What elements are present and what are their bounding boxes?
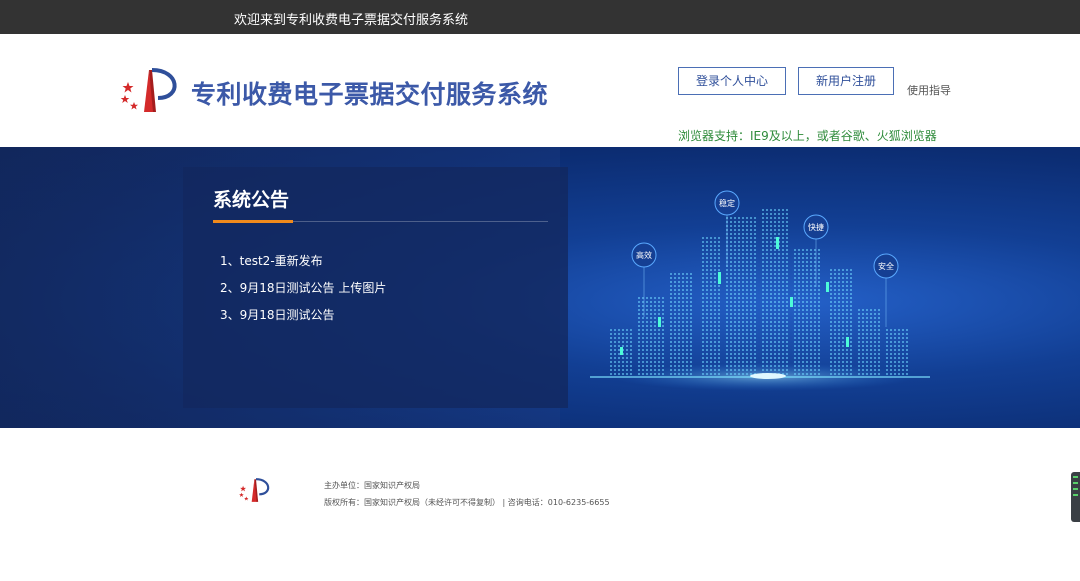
register-button[interactable]: 新用户注册	[798, 67, 894, 95]
notice-item[interactable]: 3、9月18日测试公告	[220, 307, 386, 334]
notice-title-underline	[213, 220, 293, 223]
tag-fast: 快捷	[808, 222, 824, 232]
notice-title: 系统公告	[213, 189, 290, 211]
welcome-text: 欢迎来到专利收费电子票据交付服务系统	[234, 13, 469, 28]
top-bar: 欢迎来到专利收费电子票据交付服务系统	[0, 0, 1080, 34]
cnipa-logo-icon	[120, 68, 177, 112]
footer-logo-icon	[239, 478, 270, 502]
footer-copyright: 版权所有：国家知识产权局（未经许可不得复制） | 咨询电话：010-6235-6…	[324, 498, 610, 507]
side-toolbar-handle[interactable]	[1071, 472, 1080, 522]
tag-stable: 稳定	[719, 198, 735, 208]
footer: 主办单位：国家知识产权局 版权所有：国家知识产权局（未经许可不得复制） | 咨询…	[0, 428, 1080, 581]
city-illustration: 稳定 快捷 高效 安全	[590, 190, 930, 391]
notice-list: 1、test2-重新发布 2、9月18日测试公告 上传图片 3、9月18日测试公…	[220, 253, 386, 334]
notice-item[interactable]: 2、9月18日测试公告 上传图片	[220, 280, 386, 307]
notice-divider	[293, 221, 548, 222]
browser-support-tip: 浏览器支持：IE9及以上，或者谷歌、火狐浏览器	[678, 129, 937, 143]
banner: 系统公告 1、test2-重新发布 2、9月18日测试公告 上传图片 3、9月1…	[0, 147, 1080, 428]
user-guide-link[interactable]: 使用指导	[907, 82, 951, 98]
tag-efficient: 高效	[636, 250, 652, 260]
header: 专利收费电子票据交付服务系统 登录个人中心 新用户注册 使用指导 浏览器支持：I…	[0, 34, 1080, 147]
tag-secure: 安全	[878, 261, 894, 271]
notice-panel: 系统公告 1、test2-重新发布 2、9月18日测试公告 上传图片 3、9月1…	[183, 167, 568, 408]
notice-item[interactable]: 1、test2-重新发布	[220, 253, 386, 280]
login-button[interactable]: 登录个人中心	[678, 67, 786, 95]
site-title: 专利收费电子票据交付服务系统	[191, 80, 549, 109]
footer-host: 主办单位：国家知识产权局	[324, 481, 420, 490]
